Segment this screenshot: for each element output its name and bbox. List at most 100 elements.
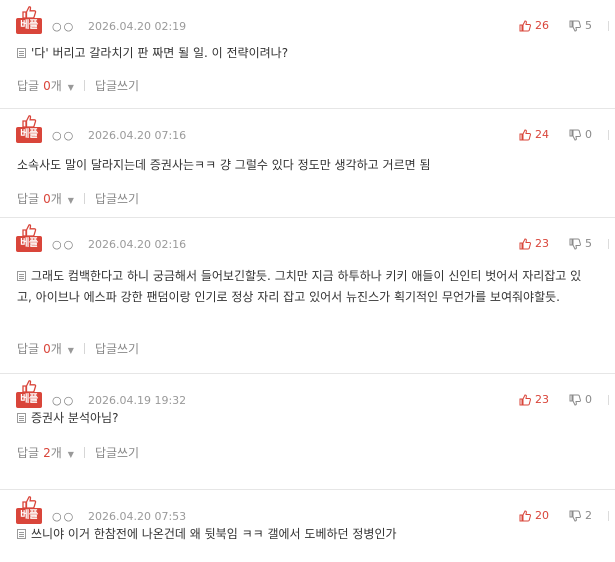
reply-label: 답글 (17, 192, 40, 206)
write-reply-button[interactable]: 답글쓰기 (95, 444, 139, 461)
best-badge: 베플 (16, 223, 42, 253)
vote-group: 20 2 (519, 509, 609, 522)
downvote-count: 0 (585, 128, 592, 141)
vote-group: 23 0 (519, 393, 609, 406)
divider (608, 129, 609, 140)
caret-down-icon: ▼ (67, 346, 74, 355)
thumbs-up-icon (22, 6, 37, 19)
thumbs-down-icon (569, 20, 581, 32)
thumbs-down-icon (569, 238, 581, 250)
divider (608, 238, 609, 249)
write-reply-button[interactable]: 답글쓰기 (95, 340, 139, 357)
thumbs-down-icon (569, 129, 581, 141)
thumbs-up-icon (519, 509, 531, 521)
thumbs-up-icon (519, 237, 531, 249)
write-reply-button[interactable]: 답글쓰기 (95, 190, 139, 207)
downvote-button[interactable]: 5 (569, 19, 592, 32)
write-reply-button[interactable]: 답글쓰기 (95, 77, 139, 94)
thumbs-up-icon (22, 115, 37, 128)
upvote-count: 23 (535, 393, 549, 406)
reply-unit: 개 (50, 446, 62, 460)
comment-text: 증권사 분석아님? (17, 408, 593, 429)
downvote-count: 0 (585, 393, 592, 406)
thumbs-down-icon (569, 394, 581, 406)
comment-item: 베플 ○○ 2026.04.20 07:53 20 2 쓰니야 이거 한참전에 … (0, 490, 615, 562)
divider (83, 193, 85, 204)
reply-label: 답글 (17, 342, 40, 356)
comment-text: 쓰니야 이거 한참전에 나온건데 왜 뒷북임 ㅋㅋ 갤에서 도베하던 정병인가 (17, 524, 593, 545)
thumbs-up-icon (519, 128, 531, 140)
author-name[interactable]: ○○ (52, 20, 75, 33)
downvote-button[interactable]: 2 (569, 509, 592, 522)
thumbs-down-icon (569, 510, 581, 522)
vote-group: 24 0 (519, 128, 609, 141)
upvote-button[interactable]: 23 (519, 393, 549, 406)
best-badge-label: 베플 (16, 18, 42, 34)
comment-body: 소속사도 말이 달라지는데 증권사는ㅋㅋ 걍 그럴수 있다 정도만 생각하고 거… (17, 158, 431, 172)
vote-group: 23 5 (519, 237, 609, 250)
divider (83, 80, 85, 91)
reply-unit: 개 (50, 79, 62, 93)
author-name[interactable]: ○○ (52, 238, 75, 251)
reply-label: 답글 (17, 79, 40, 93)
caret-down-icon: ▼ (67, 450, 74, 459)
best-badge: 베플 (16, 5, 42, 35)
replies-toggle[interactable]: 답글 2개 ▼ (17, 444, 74, 461)
comment-item: 베플 ○○ 2026.04.20 02:16 23 5 그래도 컴백한다고 하니… (0, 218, 615, 374)
downvote-button[interactable]: 0 (569, 393, 592, 406)
downvote-button[interactable]: 0 (569, 128, 592, 141)
thumbs-up-icon (519, 393, 531, 405)
best-badge-label: 베플 (16, 392, 42, 408)
reply-count: 0 (43, 342, 51, 356)
comment-date: 2026.04.20 07:53 (88, 510, 187, 523)
best-badge: 베플 (16, 379, 42, 409)
reply-count: 0 (43, 79, 51, 93)
best-badge: 베플 (16, 114, 42, 144)
upvote-button[interactable]: 24 (519, 128, 549, 141)
comment-item: 베플 ○○ 2026.04.20 07:16 24 0 소속사도 말이 달라지는… (0, 109, 615, 218)
author-name[interactable]: ○○ (52, 129, 75, 142)
reply-count: 0 (43, 192, 51, 206)
upvote-count: 24 (535, 128, 549, 141)
author-name[interactable]: ○○ (52, 510, 75, 523)
comment-item: 베플 ○○ 2026.04.19 19:32 23 0 증권사 분석아님? 답글… (0, 374, 615, 490)
replies-toggle[interactable]: 답글 0개 ▼ (17, 190, 74, 207)
reply-label: 답글 (17, 446, 40, 460)
downvote-button[interactable]: 5 (569, 237, 592, 250)
upvote-button[interactable]: 26 (519, 19, 549, 32)
reply-bar: 답글 2개 ▼ 답글쓰기 (17, 444, 139, 461)
author-name[interactable]: ○○ (52, 394, 75, 407)
upvote-button[interactable]: 20 (519, 509, 549, 522)
downvote-count: 2 (585, 509, 592, 522)
document-icon (17, 413, 26, 423)
reply-bar: 답글 0개 ▼ 답글쓰기 (17, 340, 139, 357)
best-badge-label: 베플 (16, 127, 42, 143)
replies-toggle[interactable]: 답글 0개 ▼ (17, 340, 74, 357)
upvote-count: 26 (535, 19, 549, 32)
comment-text: 소속사도 말이 달라지는데 증권사는ㅋㅋ 걍 그럴수 있다 정도만 생각하고 거… (17, 155, 593, 176)
comment-date: 2026.04.20 02:16 (88, 238, 187, 251)
comment-date: 2026.04.19 19:32 (88, 394, 187, 407)
reply-unit: 개 (50, 342, 62, 356)
comment-body: '다' 버리고 갈라치기 판 짜면 될 일. 이 전략이려나? (31, 46, 289, 60)
reply-bar: 답글 0개 ▼ 답글쓰기 (17, 77, 139, 94)
thumbs-up-icon (22, 224, 37, 237)
thumbs-up-icon (519, 19, 531, 31)
comment-body: 그래도 컴백한다고 하니 궁금해서 들어보긴할듯. 그치만 지금 하투하나 키키… (17, 269, 582, 304)
comment-date: 2026.04.20 02:19 (88, 20, 187, 33)
caret-down-icon: ▼ (67, 196, 74, 205)
thumbs-up-icon (22, 496, 37, 509)
upvote-button[interactable]: 23 (519, 237, 549, 250)
replies-toggle[interactable]: 답글 0개 ▼ (17, 77, 74, 94)
caret-down-icon: ▼ (67, 83, 74, 92)
best-badge: 베플 (16, 495, 42, 525)
best-badge-label: 베플 (16, 508, 42, 524)
upvote-count: 20 (535, 509, 549, 522)
comment-date: 2026.04.20 07:16 (88, 129, 187, 142)
comment-item: 베플 ○○ 2026.04.20 02:19 26 5 '다' 버리고 갈라치기… (0, 0, 615, 109)
comment-text: 그래도 컴백한다고 하니 궁금해서 들어보긴할듯. 그치만 지금 하투하나 키키… (17, 266, 593, 308)
reply-bar: 답글 0개 ▼ 답글쓰기 (17, 190, 139, 207)
document-icon (17, 48, 26, 58)
divider (608, 510, 609, 521)
thumbs-up-icon (22, 380, 37, 393)
